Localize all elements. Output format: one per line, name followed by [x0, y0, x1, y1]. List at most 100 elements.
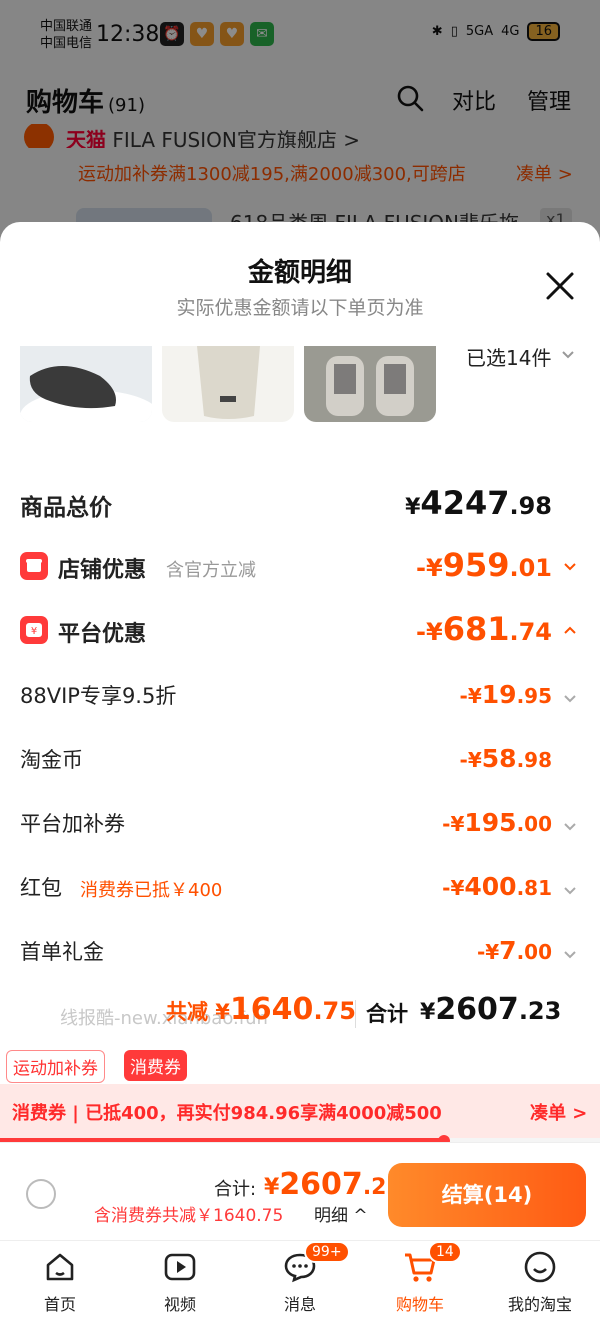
sandals-image	[326, 356, 414, 416]
line-note: 含官方立减	[166, 560, 256, 581]
value-dec: .01	[509, 554, 552, 582]
line-label: 88VIP专享9.5折	[20, 684, 177, 708]
store-icon	[20, 552, 48, 580]
checkout-total-label: 合计:	[214, 1179, 257, 1200]
value-int: 959	[442, 546, 510, 584]
tab-label: 购物车	[395, 1295, 444, 1314]
chevron-down-icon[interactable]	[562, 690, 578, 706]
line-value: -¥681.74	[416, 610, 552, 648]
value-dec: .81	[516, 876, 552, 900]
value-int: 4247	[420, 484, 510, 522]
tab-label: 首页	[43, 1295, 76, 1314]
line-platform-discount[interactable]: ¥ 平台优惠 -¥681.74	[0, 610, 600, 650]
tag-consumer-coupon: 消费券	[124, 1050, 187, 1081]
checkout-button[interactable]: 结算(14)	[388, 1163, 586, 1227]
line-value: -¥7.00	[477, 936, 552, 965]
value-dec: .98	[509, 492, 552, 520]
line-label: 首单礼金	[20, 940, 104, 964]
tab-video[interactable]: 视频	[120, 1241, 240, 1317]
line-value: -¥400.81	[442, 872, 552, 901]
reduce-dec: .75	[313, 997, 356, 1025]
line-value: ¥4247.98	[405, 484, 552, 522]
value-prefix: ¥	[405, 495, 421, 520]
detail-toggle[interactable]: 明细 ^	[314, 1201, 368, 1226]
tab-home[interactable]: 首页	[0, 1241, 120, 1317]
line-label: 商品总价	[20, 495, 112, 521]
selected-count[interactable]: 已选14件	[466, 342, 551, 371]
value-int: 681	[442, 610, 510, 648]
sheet-title: 金额明细	[247, 258, 352, 288]
total-prefix: ¥	[420, 1000, 436, 1025]
reduce-int: 1640	[229, 992, 314, 1027]
product-thumbnail[interactable]	[162, 346, 294, 422]
total-value: ¥2607.23	[420, 992, 561, 1027]
chevron-down-icon[interactable]	[560, 346, 576, 362]
coupon-bar[interactable]: 消费券 | 已抵400，再实付984.96享满4000减500 凑单 >	[0, 1084, 600, 1138]
line-label: 店铺优惠	[58, 558, 147, 583]
tab-profile[interactable]: 我的淘宝	[480, 1241, 600, 1317]
cart-badge: 14	[428, 1241, 462, 1263]
value-prefix: -¥	[442, 876, 465, 900]
value-int: 7	[499, 936, 517, 965]
line-label: 平台优惠	[58, 622, 147, 647]
tab-cart[interactable]: 14 购物车	[360, 1241, 480, 1317]
product-thumbnail[interactable]	[20, 346, 152, 422]
checkout-total-prefix: ¥	[264, 1175, 280, 1200]
coupon-text: 消费券 | 已抵400，再实付984.96享满4000减500	[12, 1103, 442, 1124]
value-prefix: -¥	[476, 940, 500, 964]
value-prefix: -¥	[416, 554, 443, 582]
line-value: -¥19.95	[460, 680, 552, 709]
coupon-link[interactable]: 凑单 >	[530, 1099, 587, 1125]
value-prefix: -¥	[459, 748, 482, 772]
line-88vip[interactable]: 88VIP专享9.5折 -¥19.95	[0, 678, 600, 714]
platform-icon: ¥	[20, 616, 48, 644]
svg-text:¥: ¥	[31, 626, 37, 637]
value-dec: .98	[516, 748, 552, 772]
line-label: 红包	[20, 876, 62, 900]
line-note: 消费券已抵￥400	[80, 880, 223, 901]
line-taojinbi: 淘金币 -¥58.98	[0, 742, 600, 778]
tab-label: 消息	[283, 1295, 316, 1314]
divider	[355, 1000, 356, 1028]
tag-row: 运动加补券 消费券	[0, 1044, 600, 1084]
line-first-order[interactable]: 首单礼金 -¥7.00	[0, 934, 600, 970]
total-label: 合计	[366, 1002, 408, 1026]
value-int: 195	[464, 808, 517, 837]
chevron-down-icon[interactable]	[562, 946, 578, 962]
tab-label: 视频	[163, 1295, 196, 1314]
home-icon	[46, 1253, 74, 1281]
profile-icon	[524, 1251, 556, 1283]
value-int: 58	[481, 744, 517, 773]
modal-overlay[interactable]	[0, 0, 600, 240]
product-thumbnail[interactable]	[304, 346, 436, 422]
checkout-note: 含消费券共减￥1640.75	[94, 1206, 284, 1226]
line-hongbao[interactable]: 红包 消费券已抵￥400 -¥400.81	[0, 870, 600, 906]
line-label: 平台加补券	[20, 812, 125, 836]
video-icon	[164, 1253, 196, 1281]
total-int: 2607	[435, 992, 519, 1027]
value-int: 19	[481, 680, 517, 709]
value-dec: .00	[516, 940, 552, 964]
reduce-prefix: 共减 ¥	[166, 1000, 230, 1024]
select-all-checkbox[interactable]	[26, 1179, 56, 1209]
tag-sport-coupon: 运动加补券	[6, 1050, 105, 1083]
summary-row: 线报酷-new.xianbao.fun 共减 ¥1640.75 合计 ¥2607…	[0, 992, 600, 1040]
close-icon[interactable]	[542, 268, 578, 304]
chevron-down-icon[interactable]	[562, 882, 578, 898]
shoe-image	[20, 366, 152, 422]
line-platform-coupon[interactable]: 平台加补券 -¥195.00	[0, 806, 600, 842]
line-store-discount[interactable]: 店铺优惠 含官方立减 -¥959.01	[0, 546, 600, 586]
message-badge: 99+	[304, 1241, 350, 1263]
chevron-up-icon[interactable]	[562, 622, 578, 638]
tab-bar: 首页 视频 99+ 消息 14 购物车 我的淘宝	[0, 1240, 600, 1317]
checkout-bar: 合计: ¥2607.23 含消费券共减￥1640.75 明细 ^ 结算(14)	[0, 1142, 600, 1238]
line-value: -¥959.01	[416, 546, 552, 584]
chevron-down-icon[interactable]	[562, 558, 578, 574]
tab-label: 我的淘宝	[507, 1295, 572, 1314]
chevron-down-icon[interactable]	[562, 818, 578, 834]
value-prefix: -¥	[459, 684, 482, 708]
sheet-subtitle: 实际优惠金额请以下单页为准	[176, 297, 424, 319]
tab-messages[interactable]: 99+ 消息	[240, 1241, 360, 1317]
value-dec: .74	[509, 618, 552, 646]
line-value: -¥58.98	[460, 744, 552, 773]
